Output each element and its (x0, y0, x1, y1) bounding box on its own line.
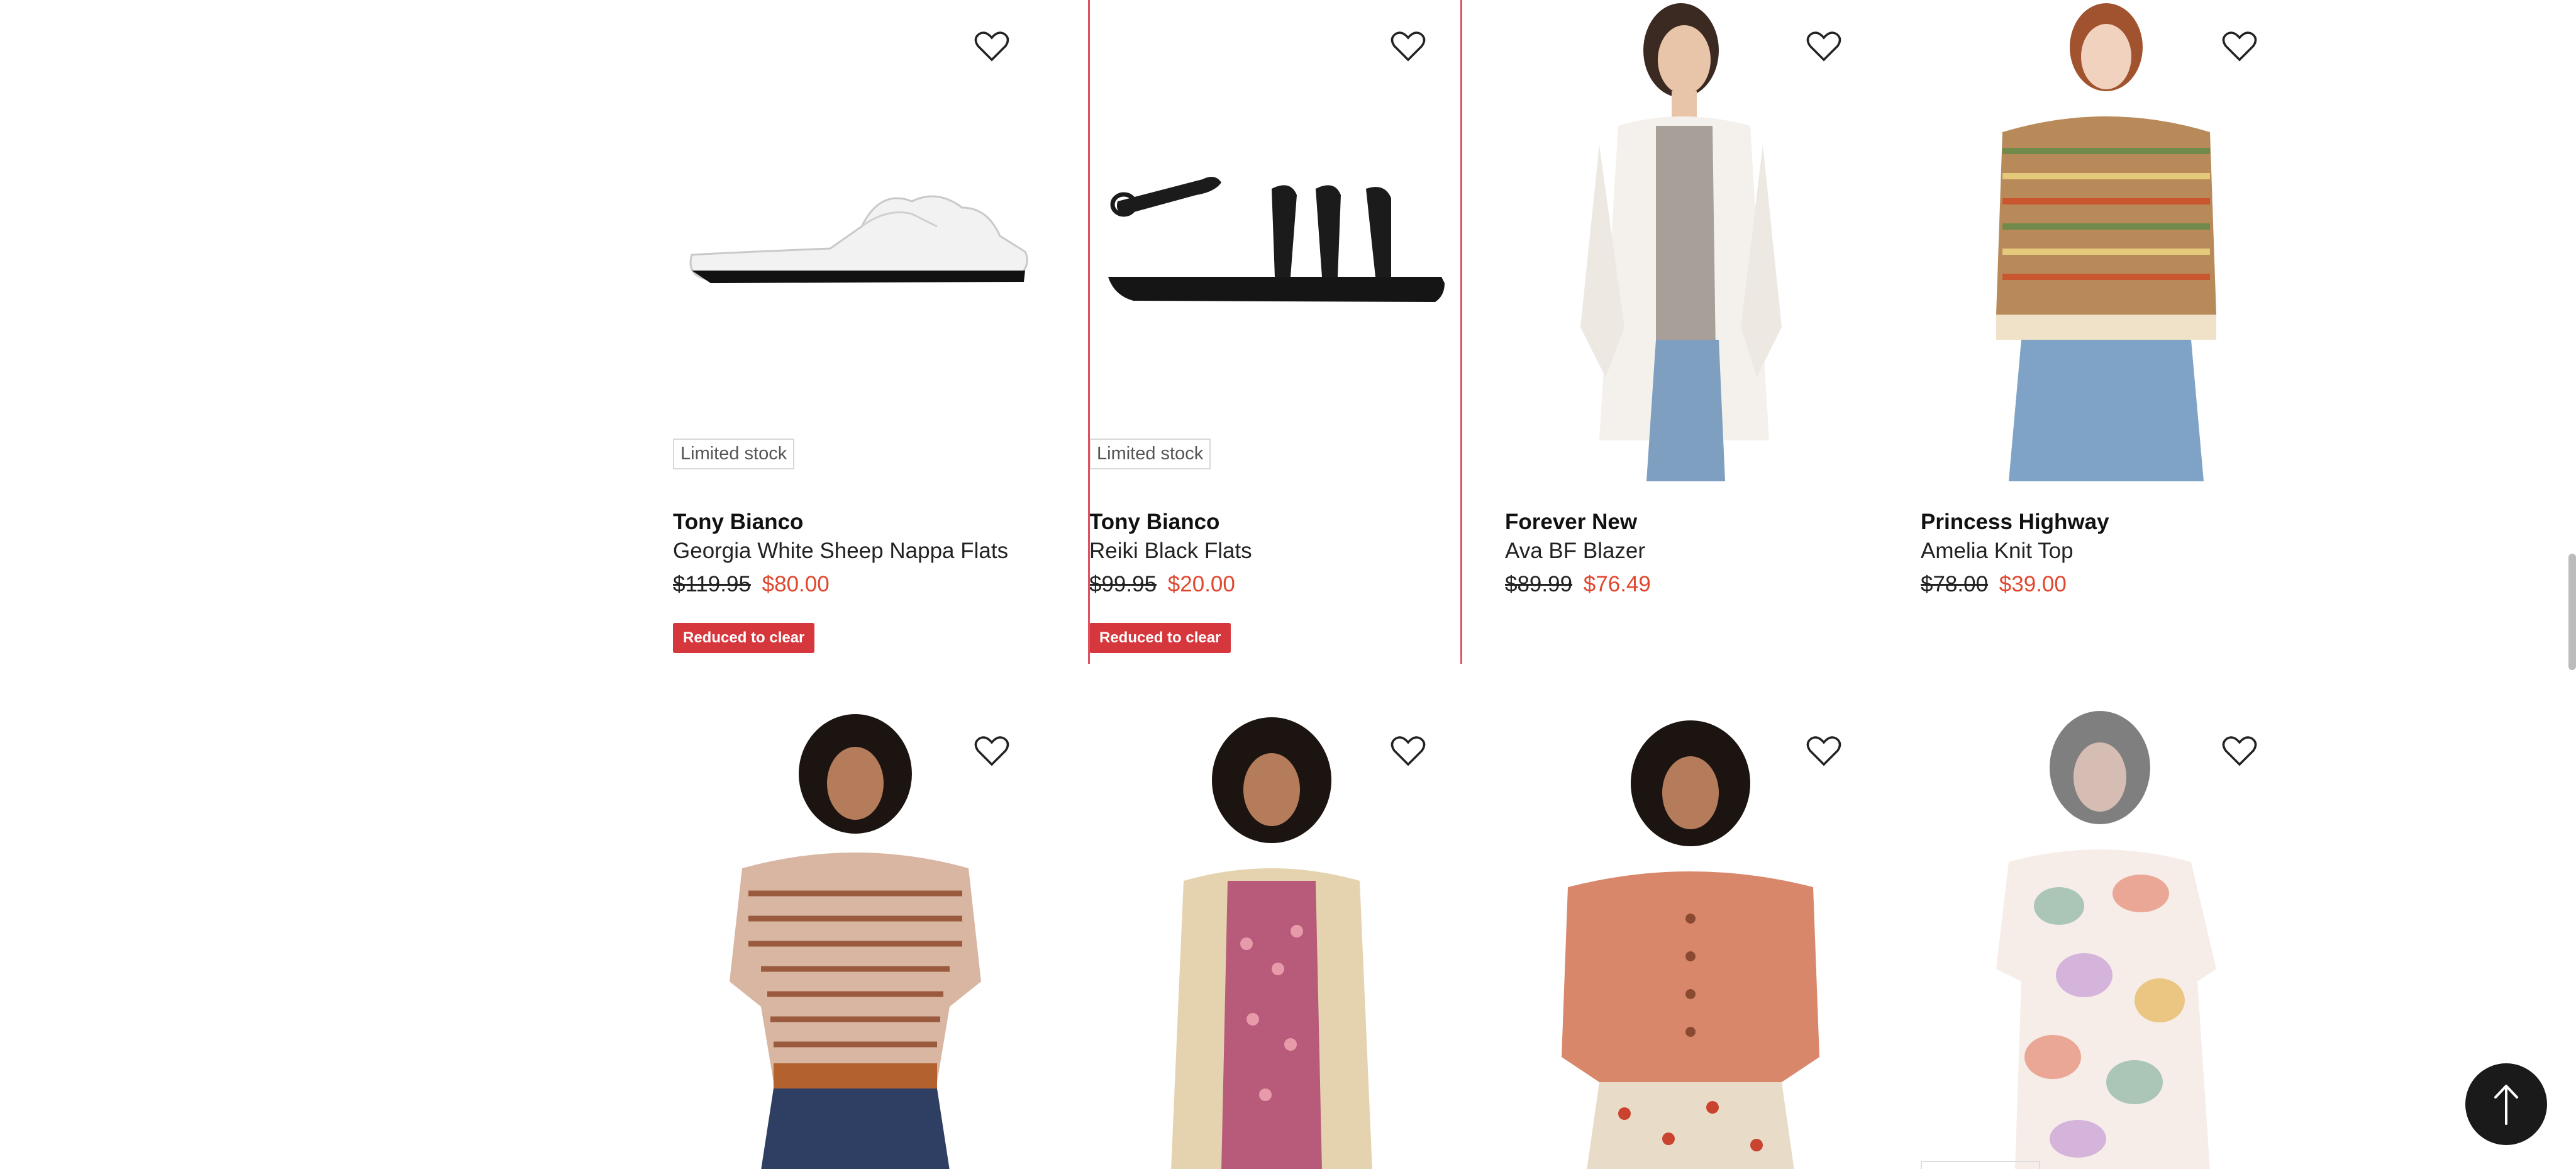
product-image[interactable] (1921, 0, 2289, 481)
sale-price: $20.00 (1167, 572, 1235, 596)
arrow-up-icon (2494, 1085, 2518, 1125)
heart-outline-icon (1391, 31, 1426, 62)
heart-outline-icon (974, 736, 1009, 766)
product-image[interactable] (673, 0, 1041, 484)
back-to-top-button[interactable] (2465, 1063, 2547, 1145)
was-price: $119.95 (673, 572, 751, 596)
stock-label: Limited stock (673, 439, 795, 469)
sale-price: $76.49 (1583, 572, 1651, 596)
was-price: $99.95 (1089, 572, 1157, 596)
product-name[interactable]: Amelia Knit Top (1921, 539, 2074, 564)
product-card[interactable]: Limited stock Tony Bianco Georgia White … (673, 0, 1041, 667)
stock-label: Limited stock (1089, 439, 1211, 469)
heart-outline-icon (1806, 736, 1841, 766)
product-image[interactable] (1505, 0, 1873, 481)
product-card[interactable]: Princess Highway Amelia Knit Top $78.00 … (1921, 0, 2289, 667)
product-card[interactable]: Limited stock Tony Bianco Reiki Black Fl… (1089, 0, 1457, 667)
product-image[interactable] (1089, 0, 1457, 484)
product-brand[interactable]: Princess Highway (1921, 510, 2109, 535)
wishlist-button[interactable] (967, 21, 1017, 72)
wishlist-button[interactable] (1799, 726, 1849, 776)
wishlist-button[interactable] (1383, 21, 1433, 72)
heart-outline-icon (2222, 31, 2257, 62)
product-card[interactable] (1505, 705, 1873, 1169)
price-group: $119.95 $80.00 (673, 572, 830, 597)
heart-outline-icon (2222, 736, 2257, 766)
product-card[interactable] (673, 705, 1041, 1169)
sale-price: $80.00 (762, 572, 830, 596)
wishlist-button[interactable] (1383, 726, 1433, 776)
wishlist-button[interactable] (2214, 726, 2265, 776)
price-group: $99.95 $20.00 (1089, 572, 1235, 597)
heart-outline-icon (974, 31, 1009, 62)
stock-label-partial (1921, 1161, 2040, 1169)
wishlist-button[interactable] (2214, 21, 2265, 72)
reduced-to-clear-badge: Reduced to clear (1089, 623, 1231, 653)
product-card[interactable] (1921, 705, 2289, 1169)
product-brand[interactable]: Tony Bianco (1089, 510, 1219, 535)
wishlist-button[interactable] (967, 726, 1017, 776)
was-price: $78.00 (1921, 572, 1989, 596)
heart-outline-icon (1391, 736, 1426, 766)
product-name[interactable]: Georgia White Sheep Nappa Flats (673, 539, 1008, 564)
product-brand[interactable]: Forever New (1505, 510, 1637, 535)
page-scrollbar-thumb[interactable] (2568, 554, 2576, 670)
price-group: $89.99 $76.49 (1505, 572, 1651, 597)
wishlist-button[interactable] (1799, 21, 1849, 72)
product-card[interactable] (1089, 705, 1457, 1169)
heart-outline-icon (1806, 31, 1841, 62)
price-group: $78.00 $39.00 (1921, 572, 2067, 597)
sale-price: $39.00 (1999, 572, 2067, 596)
product-name[interactable]: Ava BF Blazer (1505, 539, 1645, 564)
reduced-to-clear-badge: Reduced to clear (673, 623, 815, 653)
was-price: $89.99 (1505, 572, 1573, 596)
product-listing-page: Limited stock Tony Bianco Georgia White … (0, 0, 2576, 1169)
product-brand[interactable]: Tony Bianco (673, 510, 803, 535)
product-name[interactable]: Reiki Black Flats (1089, 539, 1252, 564)
product-card[interactable]: Forever New Ava BF Blazer $89.99 $76.49 (1505, 0, 1873, 667)
